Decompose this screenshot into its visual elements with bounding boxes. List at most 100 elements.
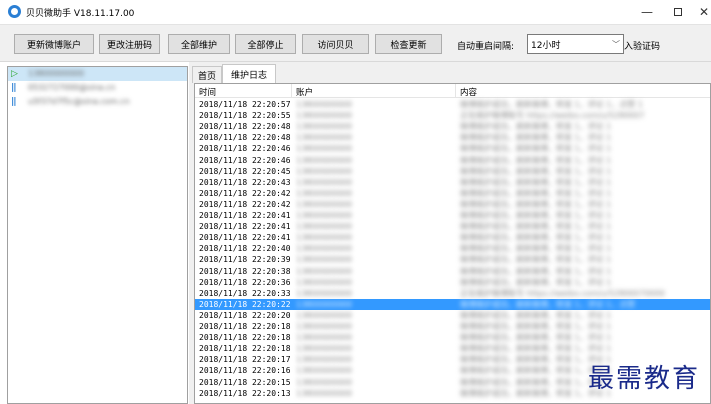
maintain-all-button[interactable]: 全部维护: [168, 34, 230, 54]
minimize-button[interactable]: —: [631, 0, 663, 24]
log-time-cell: 2018/11/18 22:20:15: [199, 377, 291, 387]
log-account-cell: 13800000000: [296, 144, 352, 154]
log-time-cell: 2018/11/18 22:20:18: [199, 322, 291, 331]
log-account-cell: 13800000000: [296, 211, 352, 220]
log-time-cell: 2018/11/18 22:20:20: [199, 310, 291, 320]
log-content-cell: 微博维护成功，刷新微博，转发 1，评论 1，点赞 1: [460, 100, 643, 109]
log-account-cell: 13800000000: [296, 366, 352, 376]
log-content-cell: 微博维护成功，刷新微博，转发 1，评论 1，点赞: [460, 299, 636, 309]
tab-maintenance-log[interactable]: 维护日志: [222, 64, 276, 83]
table-row[interactable]: 2018/11/18 22:20:36 13800000000 微博维护成功，刷新微…: [195, 277, 710, 288]
table-row[interactable]: 2018/11/18 22:20:38 13800000000 微博维护成功，刷新微…: [195, 266, 710, 277]
log-account-cell: 13800000000: [296, 133, 352, 143]
minimize-icon: —: [641, 5, 653, 19]
table-row[interactable]: 2018/11/18 22:20:42 13800000000 微博维护成功，刷新微…: [195, 199, 710, 210]
log-account-cell: 13800000000: [296, 388, 352, 398]
account-name: u5f37d7f5c@sina.com.cn: [28, 97, 130, 106]
log-time-cell: 2018/11/18 22:20:22: [199, 299, 291, 309]
window-title: 贝贝微助手 V18.11.17.00: [26, 9, 135, 19]
account-item[interactable]: || 0532727000@sina.cn: [8, 81, 187, 95]
log-content-cell: 微博维护成功，刷新微博，转发 1，评论 1: [460, 244, 612, 254]
log-account-cell: 13800000000: [296, 322, 352, 331]
log-time-cell: 2018/11/18 22:20:40: [199, 244, 291, 254]
log-time-cell: 2018/11/18 22:20:17: [199, 355, 291, 365]
log-account-cell: 13800000000: [296, 122, 352, 132]
log-content-cell: 微博维护成功，刷新微博，转发 1，评论 1: [460, 266, 612, 276]
log-account-cell: 13800000000: [296, 177, 352, 187]
log-account-cell: 13800000000: [296, 222, 352, 232]
table-row[interactable]: 2018/11/18 22:20:39 13800000000 微博维护成功，刷新微…: [195, 254, 710, 265]
table-header: 时间 账户 内容: [195, 84, 710, 98]
log-content-cell: 微博维护成功，刷新微博，转发 1，评论 1: [460, 211, 612, 220]
visit-beibei-button[interactable]: 访问贝贝: [302, 34, 369, 54]
app-logo-icon: [8, 5, 21, 18]
account-name: 0532727000@sina.cn: [28, 83, 116, 92]
table-row[interactable]: 2018/11/18 22:20:46 13800000000 微博维护成功，刷新微…: [195, 143, 710, 154]
log-time-cell: 2018/11/18 22:20:33: [199, 288, 291, 298]
log-time-cell: 2018/11/18 22:20:41: [199, 222, 291, 232]
stop-all-button[interactable]: 全部停止: [235, 34, 296, 54]
log-content-cell: 正在维护微博账号 https://weibo.com/u/52800070000: [460, 288, 665, 298]
table-row[interactable]: 2018/11/18 22:20:33 13800000000 正在维护微博账号 h…: [195, 288, 710, 299]
log-account-cell: 13800000000: [296, 199, 352, 209]
table-row[interactable]: 2018/11/18 22:20:46 13800000000 微博维护成功，刷新微…: [195, 155, 710, 166]
restart-interval-select[interactable]: 12小时 ﹀: [527, 34, 624, 54]
column-header-content[interactable]: 内容: [460, 86, 477, 98]
log-time-cell: 2018/11/18 22:20:13: [199, 388, 291, 398]
log-time-cell: 2018/11/18 22:20:46: [199, 144, 291, 154]
log-content-cell: 微博维护成功，刷新微博，转发 1，评论 1: [460, 177, 612, 187]
log-content-cell: 微博维护成功，刷新微博，转发 1，评论 1: [460, 277, 612, 287]
log-content-cell: 微博维护成功，刷新微博，转发 1，评论 1: [460, 310, 612, 320]
table-row[interactable]: 2018/11/18 22:20:57 13800000000 微博维护成功，刷新微…: [195, 99, 710, 110]
table-row[interactable]: 2018/11/18 22:20:45 13800000000 微博维护成功，刷新微…: [195, 166, 710, 177]
watermark-text: 最需教育: [588, 364, 701, 394]
column-divider[interactable]: [291, 84, 292, 98]
log-time-cell: 2018/11/18 22:20:55: [199, 111, 291, 121]
table-row[interactable]: 2018/11/18 22:20:48 13800000000 微博维护成功，刷新微…: [195, 121, 710, 132]
table-row[interactable]: 2018/11/18 22:20:43 13800000000 微博维护成功，刷新微…: [195, 177, 710, 188]
table-row[interactable]: 2018/11/18 22:20:18 13800000000 微博维护成功，刷新微…: [195, 321, 710, 332]
log-time-cell: 2018/11/18 22:20:57: [199, 100, 291, 109]
log-account-cell: 13800000000: [296, 310, 352, 320]
log-account-cell: 13800000000: [296, 277, 352, 287]
table-row[interactable]: 2018/11/18 22:20:48 13800000000 微博维护成功，刷新微…: [195, 132, 710, 143]
log-time-cell: 2018/11/18 22:20:16: [199, 366, 291, 376]
log-account-cell: 13800000000: [296, 288, 352, 298]
column-divider[interactable]: [455, 84, 456, 98]
restart-interval-value: 12小时: [531, 40, 561, 51]
account-item[interactable]: || u5f37d7f5c@sina.com.cn: [8, 95, 187, 109]
table-row[interactable]: 2018/11/18 22:20:41 13800000000 微博维护成功，刷新微…: [195, 210, 710, 221]
update-weibo-accounts-button[interactable]: 更新微博账户: [14, 34, 94, 54]
table-row[interactable]: 2018/11/18 22:20:42 13800000000 微博维护成功，刷新微…: [195, 188, 710, 199]
tab-home[interactable]: 首页: [192, 66, 222, 83]
table-row[interactable]: 2018/11/18 22:20:40 13800000000 微博维护成功，刷新微…: [195, 243, 710, 254]
log-content-cell: 微博维护成功，刷新微博，转发 1，评论 1: [460, 222, 612, 232]
close-icon: ✕: [698, 5, 710, 19]
log-time-cell: 2018/11/18 22:20:48: [199, 122, 291, 132]
account-item[interactable]: ▷ 13800000000: [8, 67, 187, 81]
restart-interval-label: 自动重启间隔:: [457, 42, 515, 52]
column-header-account[interactable]: 账户: [296, 86, 313, 98]
table-row[interactable]: 2018/11/18 22:20:18 13800000000 微博维护成功，刷新微…: [195, 332, 710, 343]
close-button[interactable]: ✕: [688, 0, 711, 24]
table-row[interactable]: 2018/11/18 22:20:18 13800000000 微博维护成功，刷新微…: [195, 343, 710, 354]
table-row[interactable]: 2018/11/18 22:20:41 13800000000 微博维护成功，刷新微…: [195, 221, 710, 232]
log-account-cell: 13800000000: [296, 266, 352, 276]
table-row[interactable]: 2018/11/18 22:20:22 13800000000 微博维护成功，刷新微…: [195, 298, 710, 310]
table-row[interactable]: 2018/11/18 22:20:41 13800000000 微博维护成功，刷新微…: [195, 232, 710, 243]
change-registration-code-button[interactable]: 更改注册码: [99, 34, 160, 54]
log-content-cell: 微博维护成功，刷新微博，转发 1，评论 1: [460, 166, 612, 176]
check-updates-button[interactable]: 检查更新: [375, 34, 442, 54]
log-content-cell: 微博维护成功，刷新微博，转发 1，评论 1: [460, 322, 612, 331]
column-header-time[interactable]: 时间: [199, 86, 216, 98]
log-content-cell: 微博维护成功，刷新微博，转发 1，评论 1: [460, 333, 612, 343]
content-panel: 首页 维护日志 时间 账户 内容 2018/11/18 22:20:57 1380…: [189, 62, 711, 404]
log-time-cell: 2018/11/18 22:20:42: [199, 188, 291, 198]
maximize-icon: [674, 8, 682, 16]
table-row[interactable]: 2018/11/18 22:20:55 13800000000 正在维护微博账号 h…: [195, 110, 710, 121]
log-account-cell: 13800000000: [296, 333, 352, 343]
log-content-cell: 微博维护成功，刷新微博，转发 1，评论 1: [460, 133, 612, 143]
log-content-cell: 微博维护成功，刷新微博，转发 1，评论 1: [460, 233, 612, 243]
table-row[interactable]: 2018/11/18 22:20:20 13800000000 微博维护成功，刷新微…: [195, 310, 710, 321]
log-time-cell: 2018/11/18 22:20:41: [199, 233, 291, 243]
